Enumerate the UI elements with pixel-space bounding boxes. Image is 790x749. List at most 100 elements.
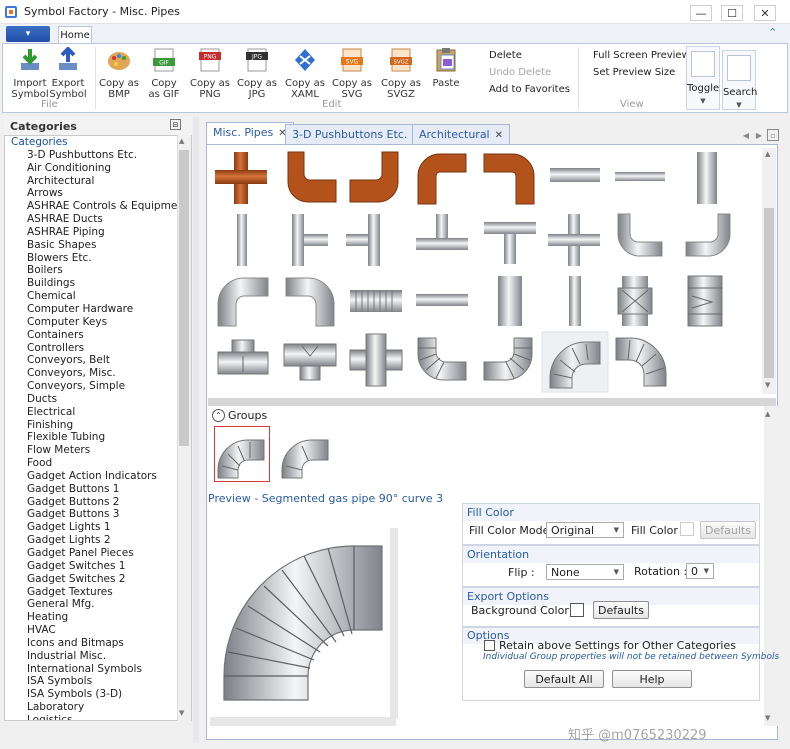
export-symbol-button[interactable]: Export Symbol	[48, 46, 88, 100]
steel-cross-segmented-symbol[interactable]	[349, 333, 403, 387]
category-item[interactable]: Boilers	[5, 264, 191, 277]
category-item[interactable]: Gadget Switches 1	[5, 560, 191, 573]
category-item[interactable]: Blowers Etc.	[5, 252, 191, 265]
category-item[interactable]: Computer Keys	[5, 316, 191, 329]
category-item[interactable]: Ducts	[5, 393, 191, 406]
toggle-button[interactable]: Toggle ▼	[686, 46, 720, 110]
category-item[interactable]: Controllers	[5, 342, 191, 355]
symbol-grid-scroll-thumb[interactable]	[764, 208, 774, 378]
category-item[interactable]: HVAC	[5, 624, 191, 637]
category-root[interactable]: Categories	[5, 136, 191, 149]
categories-scroll-thumb[interactable]	[179, 150, 189, 446]
category-item[interactable]: ISA Symbols	[5, 675, 191, 688]
group-thumbnail-selected[interactable]	[214, 426, 270, 482]
collapse-ribbon-icon[interactable]: ⌃	[768, 26, 777, 39]
import-symbol-button[interactable]: Import Symbol	[10, 47, 50, 100]
tab-architectural[interactable]: Architectural ✕	[412, 124, 511, 144]
steel-elbow-symbol[interactable]	[617, 213, 663, 257]
steel-elbow-symbol[interactable]	[285, 277, 335, 327]
category-item[interactable]: Buildings	[5, 277, 191, 290]
steel-segmented-elbow-symbol[interactable]	[417, 337, 467, 381]
steel-tee-symbol[interactable]	[346, 214, 380, 266]
category-item[interactable]: Flexible Tubing	[5, 431, 191, 444]
fill-color-mode-select[interactable]: Original ▼	[546, 522, 624, 538]
category-item[interactable]: Gadget Buttons 3	[5, 508, 191, 521]
category-item[interactable]: Heating	[5, 611, 191, 624]
category-item[interactable]: Chemical	[5, 290, 191, 303]
default-all-button[interactable]: Default All	[524, 670, 604, 688]
steel-pipe-vertical-symbol[interactable]	[697, 152, 717, 204]
category-item[interactable]: Air Conditioning	[5, 162, 191, 175]
category-item[interactable]: Basic Shapes	[5, 239, 191, 252]
tab-home[interactable]: Home	[58, 26, 92, 44]
flexible-hose-symbol[interactable]	[350, 290, 402, 312]
tab-prev-icon[interactable]: ◀	[740, 129, 752, 141]
category-item[interactable]: Gadget Lights 2	[5, 534, 191, 547]
steel-elbow-symbol[interactable]	[217, 277, 269, 327]
steel-elbow-symbol[interactable]	[685, 213, 731, 257]
steel-pipe-horizontal-symbol[interactable]	[550, 168, 600, 182]
paste-button[interactable]: Paste	[428, 47, 464, 89]
flip-select[interactable]: None ▼	[546, 564, 624, 580]
add-favorites-button[interactable]: Add to Favorites	[489, 84, 570, 95]
copy-gif-button[interactable]: GIF Copy as GIF	[146, 47, 182, 100]
copy-svgz-button[interactable]: SVGZ Copy as SVGZ	[380, 47, 422, 100]
search-button[interactable]: Search ▼	[722, 50, 757, 110]
steel-pipe-horizontal-symbol[interactable]	[416, 294, 468, 306]
tab-misc-pipes[interactable]: Misc. Pipes ✕	[206, 122, 294, 144]
properties-scrollbar[interactable]	[764, 406, 778, 726]
tab-next-icon[interactable]: ▶	[753, 129, 765, 141]
full-screen-preview-button[interactable]: Full Screen Preview	[593, 50, 690, 61]
delete-button[interactable]: Delete	[489, 50, 522, 61]
steel-valve-symbol[interactable]	[617, 276, 653, 326]
category-item[interactable]: Logistics	[5, 714, 191, 720]
category-item[interactable]: Computer Hardware	[5, 303, 191, 316]
category-item[interactable]: Gadget Buttons 2	[5, 496, 191, 509]
steel-segmented-elbow-symbol[interactable]	[483, 337, 533, 381]
category-item[interactable]: Industrial Misc.	[5, 650, 191, 663]
symbol-grid[interactable]	[210, 148, 762, 394]
scroll-up-icon[interactable]: ▲	[765, 410, 770, 418]
tab-list-icon[interactable]: ▫	[767, 129, 779, 141]
category-item[interactable]: Gadget Action Indicators	[5, 470, 191, 483]
copy-bmp-button[interactable]: Copy as BMP	[99, 47, 139, 100]
copy-svg-button[interactable]: SVG Copy as SVG	[332, 47, 372, 100]
copper-elbow-symbol[interactable]	[349, 151, 399, 203]
group-thumbnail[interactable]	[278, 426, 334, 482]
category-item[interactable]: International Symbols	[5, 663, 191, 676]
scroll-up-icon[interactable]: ▲	[765, 150, 770, 158]
scroll-down-icon[interactable]: ▼	[765, 714, 770, 722]
category-item[interactable]: Arrows	[5, 187, 191, 200]
category-item[interactable]: Gadget Switches 2	[5, 573, 191, 586]
scroll-up-icon[interactable]: ▲	[179, 137, 184, 145]
background-color-swatch[interactable]	[570, 603, 584, 617]
category-item[interactable]: Conveyors, Belt	[5, 354, 191, 367]
category-item[interactable]: Flow Meters	[5, 444, 191, 457]
fill-color-swatch[interactable]	[680, 522, 694, 536]
copy-jpg-button[interactable]: JPG Copy as JPG	[237, 47, 277, 100]
category-item[interactable]: ISA Symbols (3-D)	[5, 688, 191, 701]
category-item[interactable]: Icons and Bitmaps	[5, 637, 191, 650]
app-menu-button[interactable]: ▾	[6, 26, 50, 42]
tab-3d-pushbuttons[interactable]: 3-D Pushbuttons Etc.✕	[285, 124, 428, 144]
maximize-button[interactable]: ☐	[721, 5, 743, 21]
copper-cross-symbol[interactable]	[215, 152, 267, 204]
fill-color-defaults-button[interactable]: Defaults	[700, 521, 756, 539]
category-item[interactable]: Containers	[5, 329, 191, 342]
steel-pipe-vertical-symbol[interactable]	[237, 214, 247, 266]
category-item[interactable]: Laboratory	[5, 701, 191, 714]
preview-horizontal-scrollbar[interactable]	[210, 717, 396, 726]
steel-pipe-vertical-symbol[interactable]	[498, 276, 522, 326]
category-item[interactable]: ASHRAE Ducts	[5, 213, 191, 226]
category-item[interactable]: Conveyors, Misc.	[5, 367, 191, 380]
pin-icon[interactable]: ⊟	[170, 119, 181, 130]
category-item[interactable]: Food	[5, 457, 191, 470]
category-item[interactable]: ASHRAE Piping	[5, 226, 191, 239]
steel-tee-symbol[interactable]	[416, 214, 468, 250]
category-item[interactable]: Finishing	[5, 419, 191, 432]
steel-tee-segmented-symbol[interactable]	[283, 343, 337, 381]
steel-pipe-horizontal-symbol[interactable]	[615, 172, 665, 181]
steel-tee-symbol[interactable]	[484, 222, 536, 264]
categories-tree[interactable]: Categories 3-D Pushbuttons Etc. Air Condi…	[4, 135, 192, 721]
steel-tee-symbol[interactable]	[292, 214, 328, 266]
